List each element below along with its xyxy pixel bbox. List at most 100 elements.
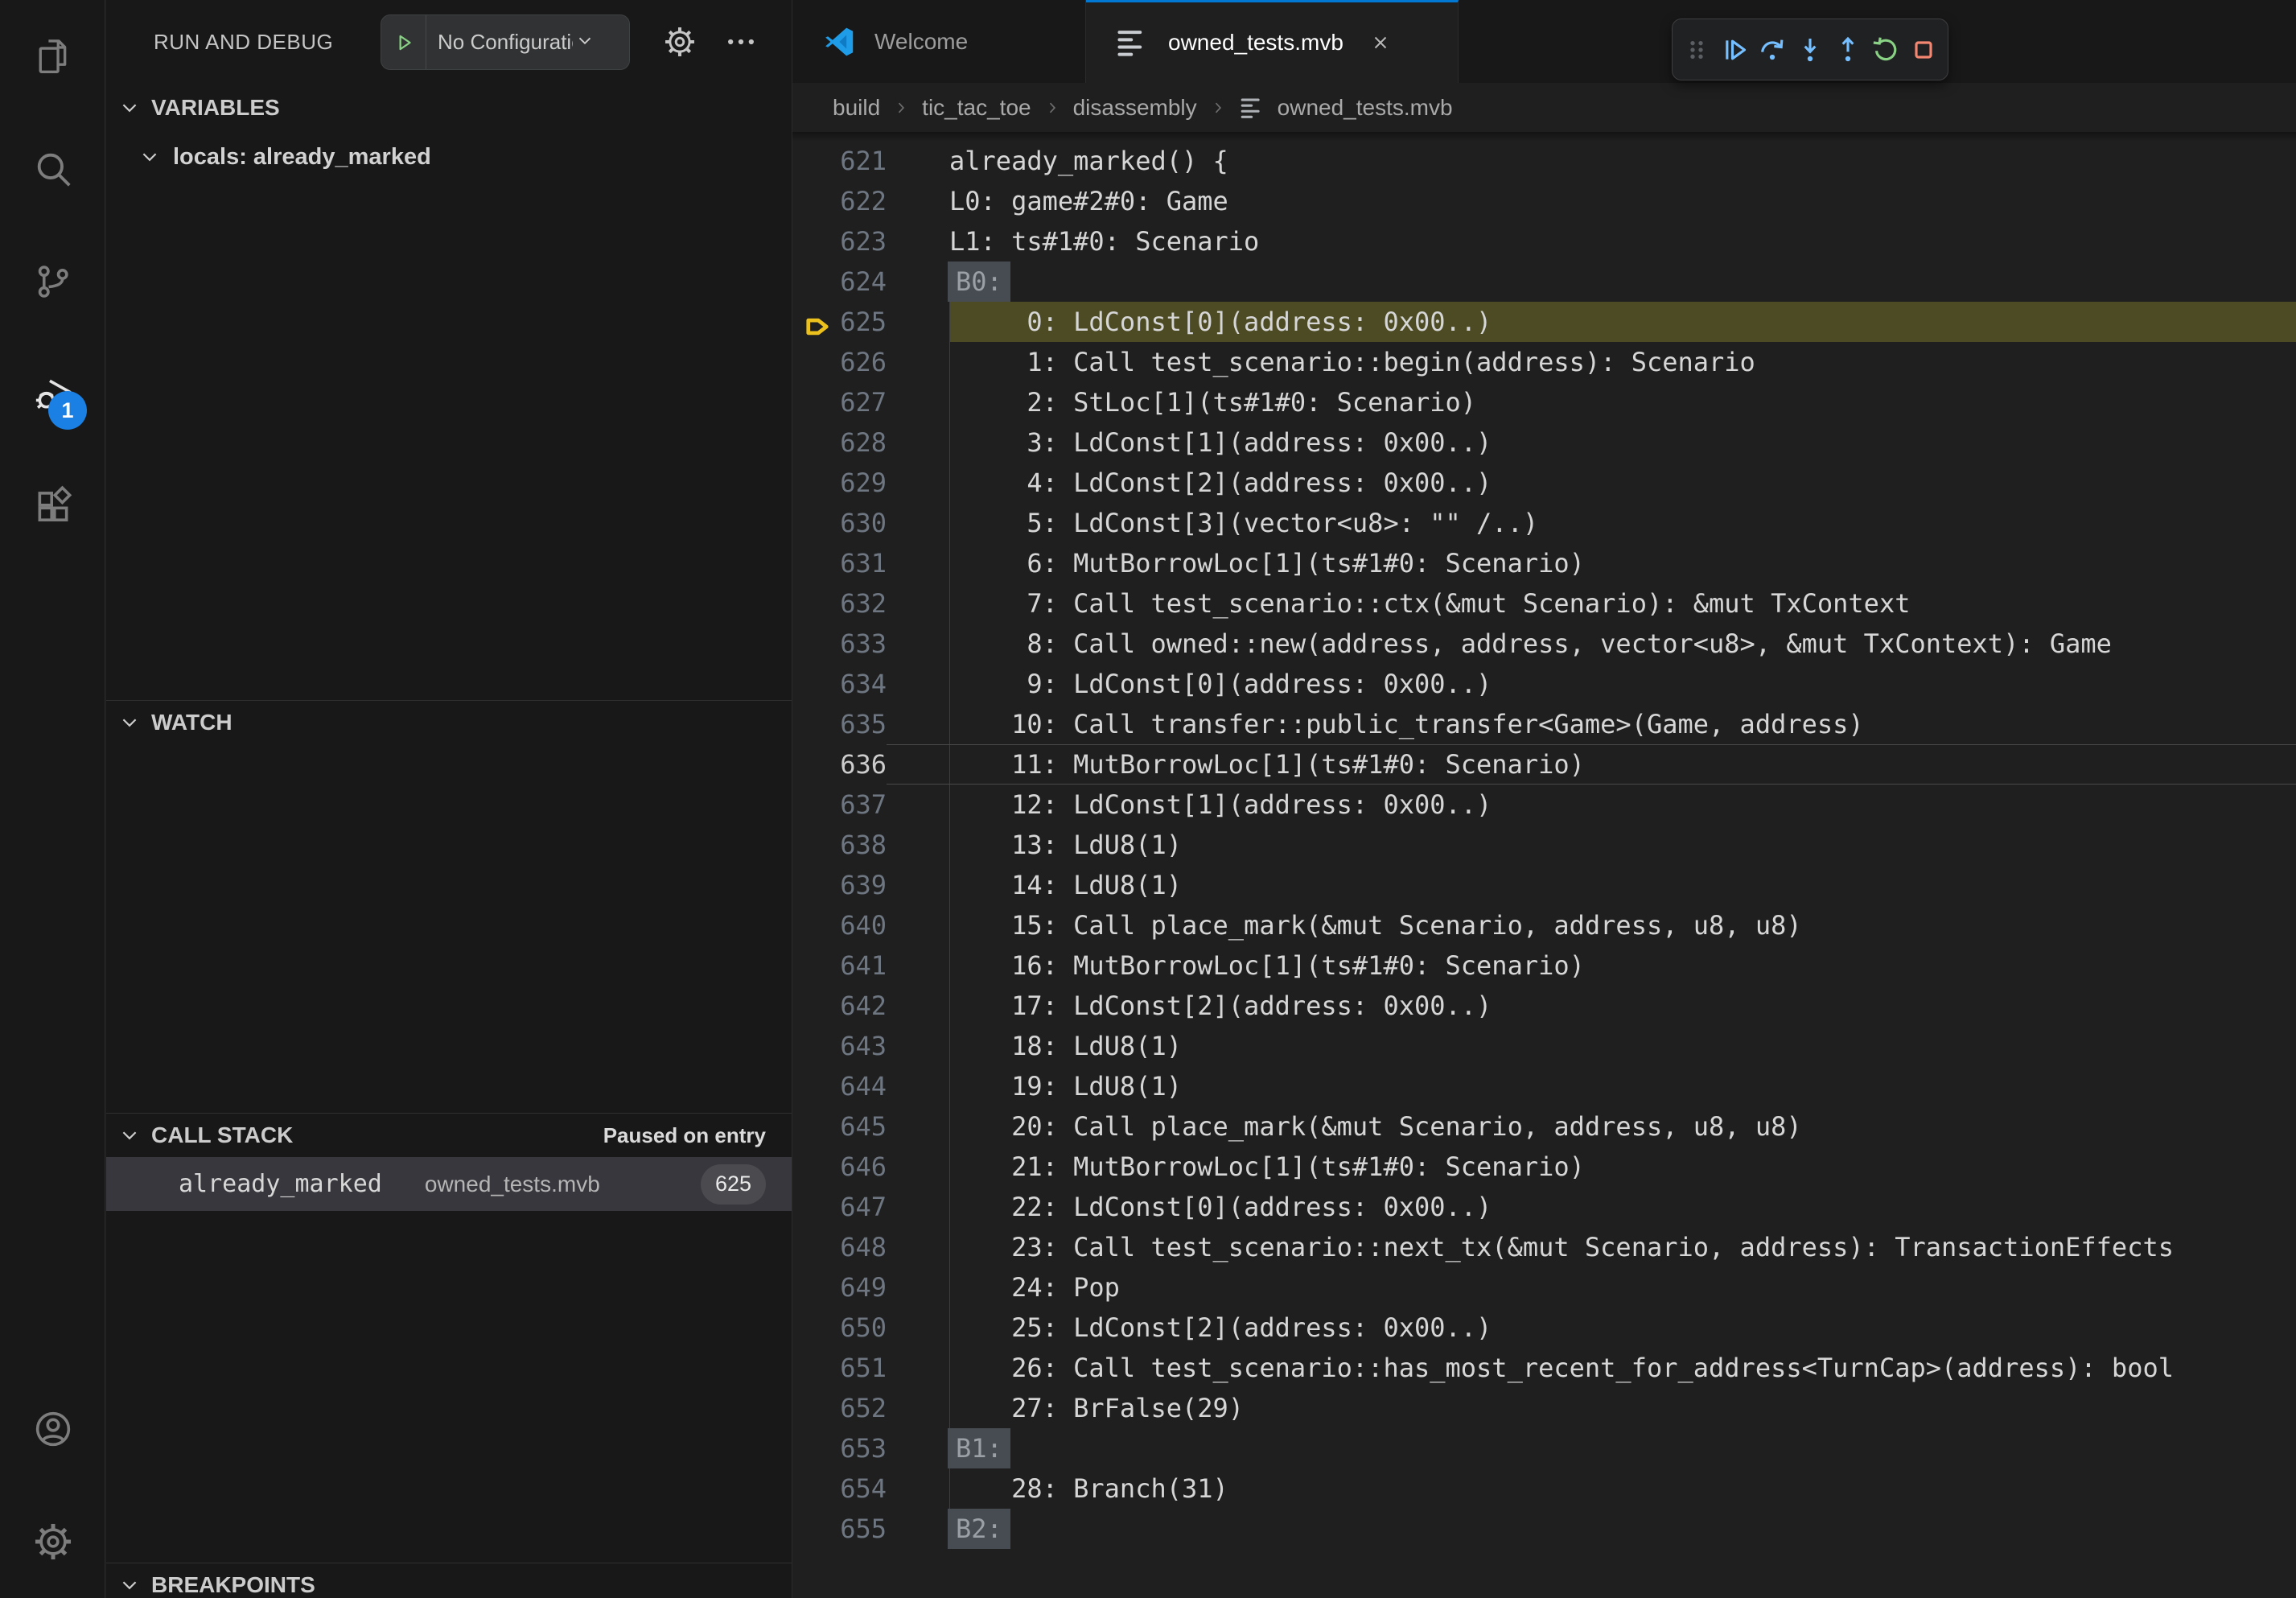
code-line-text[interactable]: 26: Call test_scenario::has_most_recent_… [949, 1348, 2296, 1388]
line-number[interactable]: 642 [792, 991, 887, 1021]
code-line[interactable]: 629 4: LdConst[2](address: 0x00..) [792, 463, 2296, 503]
line-number[interactable]: 648 [792, 1232, 887, 1262]
code-line-text[interactable]: 21: MutBorrowLoc[1](ts#1#0: Scenario) [949, 1147, 2296, 1187]
code-line-text[interactable]: 15: Call place_mark(&mut Scenario, addre… [949, 905, 2296, 945]
stop-button[interactable] [1904, 24, 1942, 76]
line-number[interactable]: 635 [792, 709, 887, 739]
code-line[interactable]: 649 24: Pop [792, 1267, 2296, 1308]
code-line[interactable]: 655B2: [792, 1509, 2296, 1549]
activity-item-account[interactable] [0, 1373, 105, 1485]
line-number[interactable]: 645 [792, 1111, 887, 1142]
line-number[interactable]: 634 [792, 669, 887, 699]
code-line[interactable]: 624B0: [792, 262, 2296, 302]
step-into-button[interactable] [1791, 24, 1829, 76]
code-line[interactable]: 636 11: MutBorrowLoc[1](ts#1#0: Scenario… [792, 744, 2296, 785]
code-line[interactable]: 639 14: LdU8(1) [792, 865, 2296, 905]
line-number[interactable]: 626 [792, 347, 887, 377]
line-number[interactable]: 627 [792, 387, 887, 418]
step-out-button[interactable] [1829, 24, 1866, 76]
code-line[interactable]: 635 10: Call transfer::public_transfer<G… [792, 704, 2296, 744]
code-line[interactable]: 654 28: Branch(31) [792, 1468, 2296, 1509]
breadcrumb-item[interactable]: owned_tests.mvb [1239, 94, 1453, 121]
variables-section-header[interactable]: VARIABLES [106, 87, 792, 129]
code-line[interactable]: 632 7: Call test_scenario::ctx(&mut Scen… [792, 583, 2296, 624]
code-line-text[interactable]: 28: Branch(31) [949, 1468, 2296, 1509]
activity-item-settings[interactable] [0, 1485, 105, 1598]
line-number[interactable]: 636 [792, 749, 887, 780]
code-line[interactable]: 628 3: LdConst[1](address: 0x00..) [792, 422, 2296, 463]
activity-item-extensions[interactable] [0, 451, 105, 563]
code-line[interactable]: 651 26: Call test_scenario::has_most_rec… [792, 1348, 2296, 1388]
line-number[interactable]: 647 [792, 1192, 887, 1222]
code-line-text[interactable]: 12: LdConst[1](address: 0x00..) [949, 785, 2296, 825]
activity-item-source-control[interactable] [0, 225, 105, 338]
activity-item-run-and-debug[interactable]: 1 [0, 338, 105, 451]
code-line-text[interactable]: B2: [949, 1509, 2296, 1549]
code-line-text[interactable]: 10: Call transfer::public_transfer<Game>… [949, 704, 2296, 744]
code-line[interactable]: 643 18: LdU8(1) [792, 1026, 2296, 1066]
line-number[interactable]: 622 [792, 186, 887, 216]
line-number[interactable]: 651 [792, 1353, 887, 1383]
watch-section-header[interactable]: WATCH [106, 702, 792, 743]
code-line[interactable]: 650 25: LdConst[2](address: 0x00..) [792, 1308, 2296, 1348]
line-number[interactable]: 641 [792, 950, 887, 981]
code-line-text[interactable]: 11: MutBorrowLoc[1](ts#1#0: Scenario) [949, 744, 2296, 785]
code-line-text[interactable]: 4: LdConst[2](address: 0x00..) [949, 463, 2296, 503]
line-number[interactable]: 639 [792, 870, 887, 900]
line-number[interactable]: 628 [792, 427, 887, 458]
code-line-text[interactable]: 20: Call place_mark(&mut Scenario, addre… [949, 1106, 2296, 1147]
code-line[interactable]: 622 L0: game#2#0: Game [792, 181, 2296, 221]
code-line-text[interactable]: 7: Call test_scenario::ctx(&mut Scenario… [949, 583, 2296, 624]
line-number[interactable]: 640 [792, 910, 887, 941]
tab-welcome[interactable]: Welcome [792, 0, 1086, 83]
line-number[interactable]: 653 [792, 1433, 887, 1464]
code-line-text[interactable]: 0: LdConst[0](address: 0x00..) [949, 302, 2296, 342]
code-line-text[interactable]: 17: LdConst[2](address: 0x00..) [949, 986, 2296, 1026]
code-line[interactable]: 630 5: LdConst[3](vector<u8>: "" /..) [792, 503, 2296, 543]
code-line-text[interactable]: L0: game#2#0: Game [949, 181, 2296, 221]
code-line-text[interactable]: 25: LdConst[2](address: 0x00..) [949, 1308, 2296, 1348]
code-line[interactable]: 652 27: BrFalse(29) [792, 1388, 2296, 1428]
code-line-text[interactable]: 23: Call test_scenario::next_tx(&mut Sce… [949, 1227, 2296, 1267]
code-line-text[interactable]: 24: Pop [949, 1267, 2296, 1308]
line-number[interactable]: 646 [792, 1151, 887, 1182]
code-line[interactable]: 626 1: Call test_scenario::begin(address… [792, 342, 2296, 382]
line-number[interactable]: 631 [792, 548, 887, 579]
code-line[interactable]: 634 9: LdConst[0](address: 0x00..) [792, 664, 2296, 704]
code-line[interactable]: 644 19: LdU8(1) [792, 1066, 2296, 1106]
code-line-text[interactable]: 5: LdConst[3](vector<u8>: "" /..) [949, 503, 2296, 543]
code-line[interactable]: 637 12: LdConst[1](address: 0x00..) [792, 785, 2296, 825]
code-line-text[interactable]: 6: MutBorrowLoc[1](ts#1#0: Scenario) [949, 543, 2296, 583]
code-line-text[interactable]: 22: LdConst[0](address: 0x00..) [949, 1187, 2296, 1227]
line-number[interactable]: 652 [792, 1393, 887, 1423]
code-line-text[interactable]: 19: LdU8(1) [949, 1066, 2296, 1106]
breadcrumb-item[interactable]: disassembly [1073, 95, 1197, 121]
code-line-text[interactable]: already_marked() { [949, 141, 2296, 181]
line-number[interactable]: 650 [792, 1312, 887, 1343]
code-line[interactable]: 638 13: LdU8(1) [792, 825, 2296, 865]
code-line[interactable]: 623L1: ts#1#0: Scenario [792, 221, 2296, 262]
code-editor[interactable]: 621 already_marked() { 622 L0: game#2#0: Ga… [792, 132, 2296, 1598]
code-line-text[interactable]: 27: BrFalse(29) [949, 1388, 2296, 1428]
line-number[interactable]: 637 [792, 789, 887, 820]
code-line[interactable]: 627 2: StLoc[1](ts#1#0: Scenario) [792, 382, 2296, 422]
line-number[interactable]: 643 [792, 1031, 887, 1061]
code-line[interactable]: 640 15: Call place_mark(&mut Scenario, a… [792, 905, 2296, 945]
step-over-button[interactable] [1753, 24, 1791, 76]
code-line[interactable]: 641 16: MutBorrowLoc[1](ts#1#0: Scenario… [792, 945, 2296, 986]
line-number[interactable]: 630 [792, 508, 887, 538]
code-line[interactable]: 646 21: MutBorrowLoc[1](ts#1#0: Scenario… [792, 1147, 2296, 1187]
line-number[interactable]: 621 [792, 146, 887, 176]
code-line[interactable]: 625 0: LdConst[0](address: 0x00..) [792, 302, 2296, 342]
activity-item-search[interactable] [0, 113, 105, 225]
code-line-text[interactable]: 1: Call test_scenario::begin(address): S… [949, 342, 2296, 382]
code-line[interactable]: 645 20: Call place_mark(&mut Scenario, a… [792, 1106, 2296, 1147]
code-line[interactable]: 647 22: LdConst[0](address: 0x00..) [792, 1187, 2296, 1227]
restart-button[interactable] [1866, 24, 1904, 76]
line-number[interactable]: 625 [792, 307, 887, 337]
code-line[interactable]: 631 6: MutBorrowLoc[1](ts#1#0: Scenario) [792, 543, 2296, 583]
line-number[interactable]: 638 [792, 830, 887, 860]
breadcrumb-item[interactable]: tic_tac_toe [922, 95, 1031, 121]
more-actions-icon[interactable] [720, 21, 762, 63]
line-number[interactable]: 649 [792, 1272, 887, 1303]
